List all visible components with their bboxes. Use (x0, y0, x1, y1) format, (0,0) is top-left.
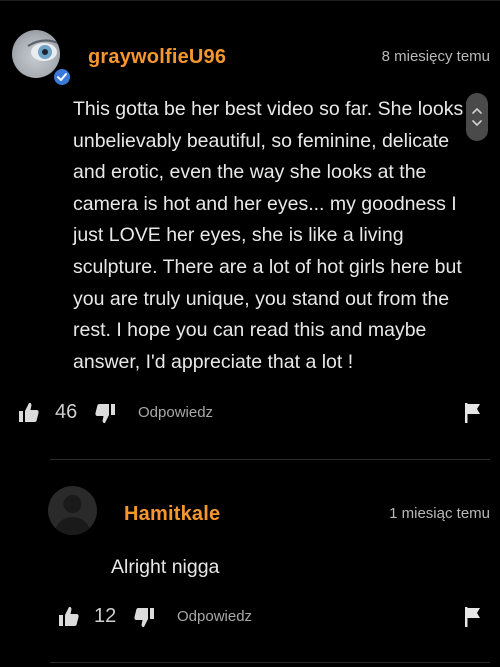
comment: graywolfieU96 8 miesięcy temu This gotta… (0, 0, 500, 460)
chevron-down-icon (472, 120, 482, 126)
thumbs-down-icon[interactable] (131, 602, 157, 632)
reply-button[interactable]: Odpowiedz (177, 608, 252, 625)
comment-actions: 12 Odpowiedz (0, 602, 500, 632)
like-count: 12 (94, 605, 117, 627)
default-avatar-icon (54, 495, 91, 535)
username[interactable]: graywolfieU96 (88, 46, 226, 69)
avatar[interactable] (48, 486, 97, 535)
timestamp: 1 miesiąc temu (389, 505, 490, 522)
comment-text: This gotta be her best video so far. She… (73, 98, 464, 373)
comment-text: Alright nigga (111, 556, 220, 578)
username[interactable]: Hamitkale (124, 503, 220, 526)
thumbs-up-icon[interactable] (16, 398, 42, 428)
verified-badge-icon (52, 67, 72, 87)
flag-icon[interactable] (461, 604, 485, 630)
flag-icon[interactable] (461, 400, 485, 426)
collapse-button[interactable] (466, 93, 488, 141)
reply-comment: Hamitkale 1 miesiąc temu Alright nigga 1… (0, 460, 500, 667)
chevron-up-icon (472, 108, 482, 114)
comment-actions: 46 Odpowiedz (0, 398, 500, 428)
thumbs-up-icon[interactable] (56, 602, 82, 632)
reply-button[interactable]: Odpowiedz (138, 404, 213, 421)
divider (50, 662, 490, 663)
thumbs-down-icon[interactable] (92, 398, 118, 428)
like-count: 46 (55, 401, 78, 423)
timestamp: 8 miesięcy temu (381, 48, 490, 65)
